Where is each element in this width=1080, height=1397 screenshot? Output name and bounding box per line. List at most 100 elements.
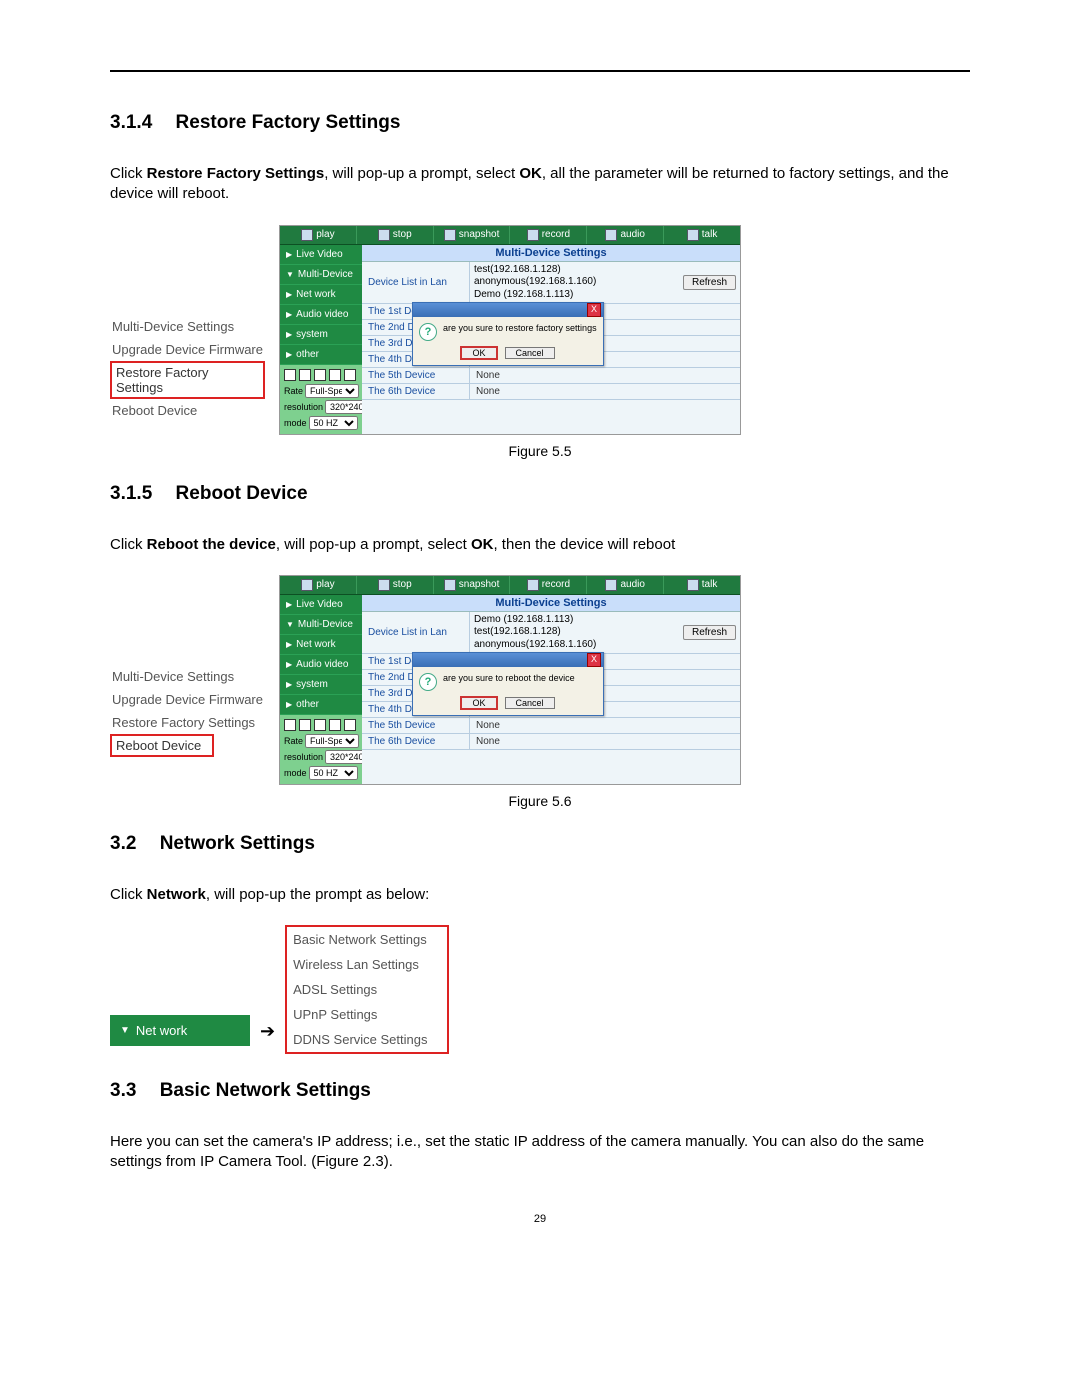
admin-item[interactable]: Multi-Device Settings — [110, 665, 265, 688]
net-item[interactable]: ADSL Settings — [287, 977, 447, 1002]
audio-icon — [605, 229, 617, 241]
tb-talk[interactable]: talk — [664, 576, 740, 594]
tb-audio[interactable]: audio — [587, 576, 664, 594]
down-tri-icon: ▼ — [286, 620, 294, 629]
close-icon[interactable]: X — [587, 303, 601, 317]
heading-num: 3.1.4 — [110, 112, 152, 134]
network-button[interactable]: ▼ Net work — [110, 1015, 250, 1046]
net-item[interactable]: Wireless Lan Settings — [287, 952, 447, 977]
net-item[interactable]: UPnP Settings — [287, 1002, 447, 1027]
rate-label: Rate — [284, 736, 303, 746]
network-submenu: Basic Network Settings Wireless Lan Sett… — [285, 925, 449, 1054]
tb-snapshot[interactable]: snapshot — [434, 226, 511, 244]
network-button-label: Net work — [136, 1023, 187, 1038]
tb-snapshot[interactable]: snapshot — [434, 576, 511, 594]
question-icon: ? — [419, 323, 437, 341]
heading-num: 3.3 — [110, 1080, 136, 1102]
nav-other[interactable]: ▶other — [280, 695, 362, 715]
para-314: Click Restore Factory Settings, will pop… — [110, 164, 970, 205]
figure-network-popup: ▼ Net work ➔ Basic Network Settings Wire… — [110, 925, 970, 1054]
refresh-button[interactable]: Refresh — [683, 275, 736, 290]
mode-label: mode — [284, 768, 307, 778]
tb-talk[interactable]: talk — [664, 226, 740, 244]
refresh-button[interactable]: Refresh — [683, 625, 736, 640]
nav-multi[interactable]: ▼Multi-Device — [280, 615, 362, 635]
net-item[interactable]: Basic Network Settings — [287, 927, 447, 952]
tb-stop[interactable]: stop — [357, 576, 434, 594]
admin-item[interactable]: Multi-Device Settings — [110, 315, 265, 338]
heading-315: 3.1.5 Reboot Device — [110, 483, 970, 505]
device-list[interactable]: Demo (192.168.1.113) test(192.168.1.128)… — [474, 614, 596, 652]
nav-audio-video[interactable]: ▶Audio video — [280, 305, 362, 325]
nav-network[interactable]: ▶Net work — [280, 635, 362, 655]
device-list[interactable]: test(192.168.1.128) anonymous(192.168.1.… — [474, 264, 596, 302]
play-tri-icon: ▶ — [286, 330, 292, 339]
para-32: Click Network, will pop-up the prompt as… — [110, 885, 970, 905]
ctrl-icon[interactable] — [284, 719, 296, 731]
tb-stop[interactable]: stop — [357, 226, 434, 244]
tb-record[interactable]: record — [510, 576, 587, 594]
ctrl-icon[interactable] — [299, 369, 311, 381]
admin-item[interactable]: Reboot Device — [110, 399, 265, 422]
mode-select[interactable]: 50 HZ — [309, 416, 358, 430]
nav-audio-video[interactable]: ▶Audio video — [280, 655, 362, 675]
heading-title: Network Settings — [160, 833, 315, 854]
admin-item[interactable]: Restore Factory Settings — [110, 711, 265, 734]
heading-32: 3.2 Network Settings — [110, 833, 970, 855]
heading-num: 3.2 — [110, 833, 136, 855]
dev-label: The 6th Device — [362, 384, 470, 399]
nav-live[interactable]: ▶Live Video — [280, 595, 362, 615]
play-tri-icon: ▶ — [286, 350, 292, 359]
admin-item-highlighted[interactable]: Reboot Device — [110, 734, 214, 757]
stop-icon — [378, 229, 390, 241]
ctrl-icon[interactable] — [344, 719, 356, 731]
dev-value: None — [470, 718, 740, 733]
ctrl-icon[interactable] — [314, 369, 326, 381]
mode-select[interactable]: 50 HZ — [309, 766, 358, 780]
res-label: resolution — [284, 402, 323, 412]
arrow-icon: ➔ — [260, 1021, 275, 1042]
nav-system[interactable]: ▶system — [280, 675, 362, 695]
rate-select[interactable]: Full-Speed — [305, 734, 359, 748]
cancel-button[interactable]: Cancel — [505, 347, 555, 359]
admin-item[interactable]: Upgrade Device Firmware — [110, 338, 265, 361]
ok-button[interactable]: OK — [461, 697, 496, 709]
dev-value: None — [470, 368, 740, 383]
play-tri-icon: ▶ — [286, 290, 292, 299]
ctrl-icon[interactable] — [344, 369, 356, 381]
tb-record[interactable]: record — [510, 226, 587, 244]
admin-item-highlighted[interactable]: Restore Factory Settings — [110, 361, 265, 399]
cancel-button[interactable]: Cancel — [505, 697, 555, 709]
nav-other[interactable]: ▶other — [280, 345, 362, 365]
ctrl-icon[interactable] — [299, 719, 311, 731]
ctrl-icon[interactable] — [284, 369, 296, 381]
ctrl-icon[interactable] — [329, 369, 341, 381]
ctrl-icon[interactable] — [329, 719, 341, 731]
admin-item[interactable]: Upgrade Device Firmware — [110, 688, 265, 711]
play-tri-icon: ▶ — [286, 640, 292, 649]
ok-button[interactable]: OK — [461, 347, 496, 359]
heading-num: 3.1.5 — [110, 483, 152, 505]
play-tri-icon: ▶ — [286, 600, 292, 609]
play-icon — [301, 229, 313, 241]
play-tri-icon: ▶ — [286, 310, 292, 319]
nav-live[interactable]: ▶Live Video — [280, 245, 362, 265]
net-item[interactable]: DDNS Service Settings — [287, 1027, 447, 1052]
rate-select[interactable]: Full-Speed — [305, 384, 359, 398]
ctrl-icon[interactable] — [314, 719, 326, 731]
close-icon[interactable]: X — [587, 653, 601, 667]
dialog-text: are you sure to reboot the device — [443, 673, 575, 684]
nav-network[interactable]: ▶Net work — [280, 285, 362, 305]
figure-55: Multi-Device Settings Upgrade Device Fir… — [110, 225, 970, 435]
camera-ui: play stop snapshot record audio talk ▶Li… — [279, 225, 741, 435]
admin-list: Multi-Device Settings Upgrade Device Fir… — [110, 665, 265, 757]
nav-system[interactable]: ▶system — [280, 325, 362, 345]
play-tri-icon: ▶ — [286, 700, 292, 709]
heading-314: 3.1.4 Restore Factory Settings — [110, 112, 970, 134]
tb-play[interactable]: play — [280, 226, 357, 244]
dev-label: The 5th Device — [362, 718, 470, 733]
tb-audio[interactable]: audio — [587, 226, 664, 244]
tb-play[interactable]: play — [280, 576, 357, 594]
heading-33: 3.3 Basic Network Settings — [110, 1080, 970, 1102]
nav-multi[interactable]: ▼Multi-Device — [280, 265, 362, 285]
